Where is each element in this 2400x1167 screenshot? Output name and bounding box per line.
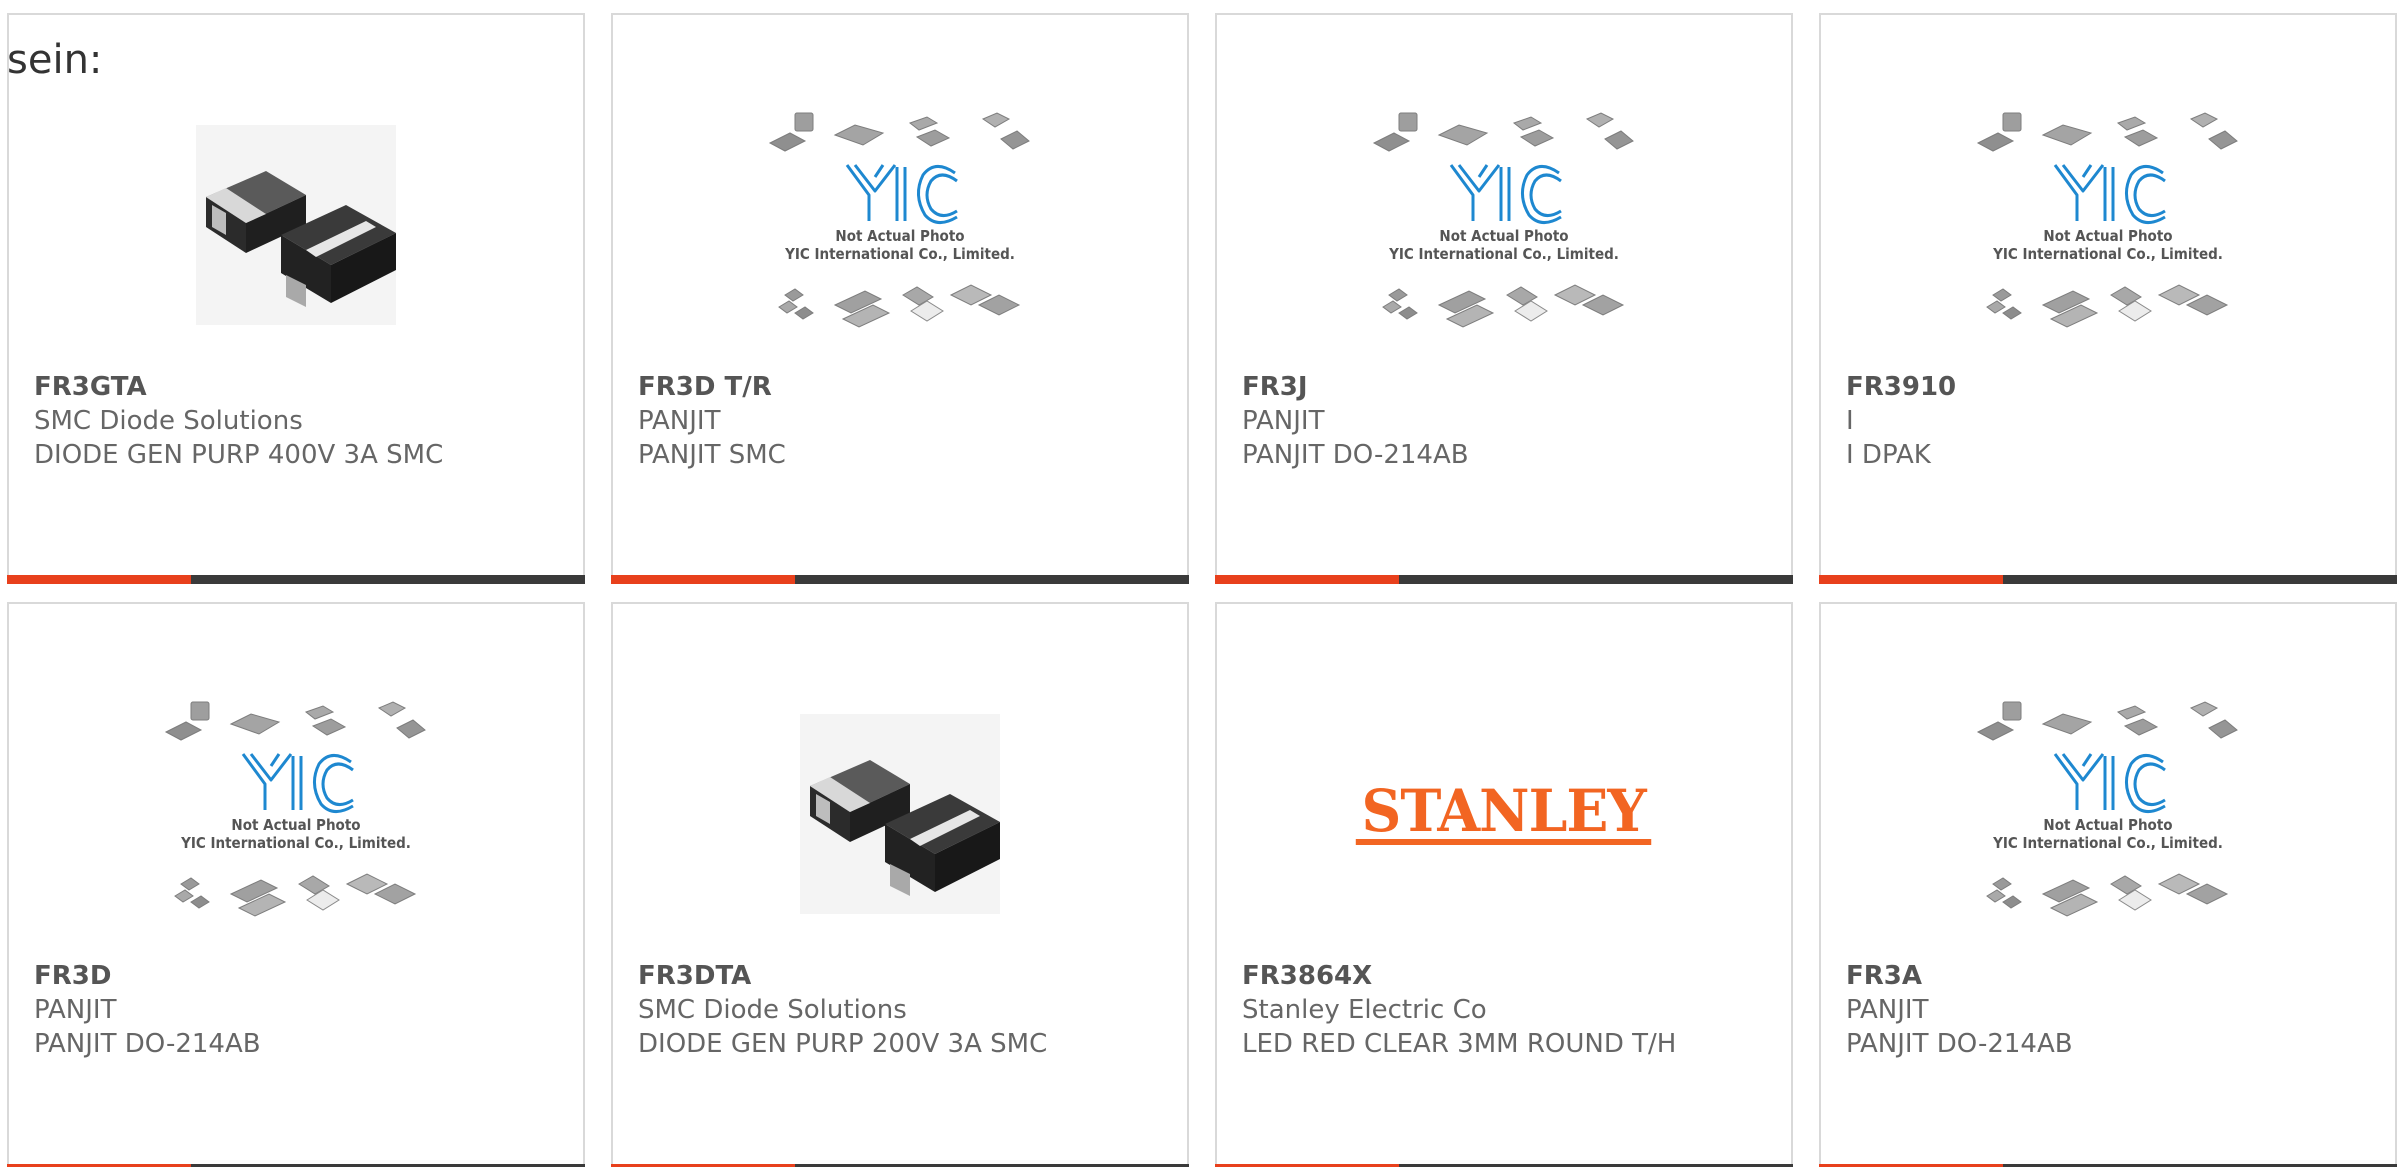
product-grid-page: sein: FR3GTA SMC Diode Solutions DIODE G…: [0, 0, 2400, 1167]
description: PANJIT DO-214AB: [1846, 1029, 2073, 1059]
placeholder-caption-line2: YIC International Co., Limited.: [784, 245, 1015, 263]
description: PANJIT DO-214AB: [1242, 440, 1469, 470]
placeholder-caption-line1: Not Actual Photo: [1439, 227, 1568, 245]
stanley-logo: STANLEY: [1356, 782, 1652, 845]
diode-package-image: [196, 125, 396, 325]
card-bottom-bar: [7, 575, 585, 584]
placeholder-caption-line1: Not Actual Photo: [2043, 227, 2172, 245]
product-image-slot[interactable]: Not Actual Photo YIC International Co., …: [1821, 674, 2395, 954]
placeholder-caption-line2: YIC International Co., Limited.: [180, 834, 411, 852]
part-number[interactable]: FR3D T/R: [638, 370, 1167, 404]
yic-placeholder-image: Not Actual Photo YIC International Co., …: [1372, 112, 1634, 328]
product-image-slot[interactable]: Not Actual Photo YIC International Co., …: [9, 674, 583, 954]
description: DIODE GEN PURP 200V 3A SMC: [638, 1029, 1048, 1059]
card-bottom-bar: [611, 575, 1189, 584]
description: PANJIT SMC: [638, 440, 786, 470]
product-card[interactable]: Not Actual Photo YIC International Co., …: [1215, 13, 1793, 584]
product-image-slot[interactable]: [9, 85, 583, 365]
part-number[interactable]: FR3J: [1242, 370, 1771, 404]
manufacturer: SMC Diode Solutions: [638, 995, 907, 1025]
manufacturer: PANJIT: [34, 995, 117, 1025]
part-number[interactable]: FR3GTA: [34, 370, 563, 404]
card-bottom-bar: [1215, 575, 1793, 584]
description: I DPAK: [1846, 440, 1931, 470]
placeholder-caption-line2: YIC International Co., Limited.: [1388, 245, 1619, 263]
placeholder-caption-line2: YIC International Co., Limited.: [1992, 245, 2223, 263]
part-number[interactable]: FR3DTA: [638, 959, 1167, 993]
card-bottom-bar: [1819, 575, 2397, 584]
product-card[interactable]: Not Actual Photo YIC International Co., …: [1819, 602, 2397, 1167]
placeholder-caption-line1: Not Actual Photo: [835, 227, 964, 245]
diode-package-image: [800, 714, 1000, 914]
part-number[interactable]: FR3910: [1846, 370, 2375, 404]
yic-placeholder-image: Not Actual Photo YIC International Co., …: [768, 112, 1030, 328]
manufacturer: Stanley Electric Co: [1242, 995, 1487, 1025]
part-number[interactable]: FR3A: [1846, 959, 2375, 993]
yic-placeholder-image: Not Actual Photo YIC International Co., …: [1976, 701, 2238, 917]
manufacturer: PANJIT: [1846, 995, 1929, 1025]
yic-placeholder-image: Not Actual Photo YIC International Co., …: [1976, 112, 2238, 328]
product-card[interactable]: Not Actual Photo YIC International Co., …: [1819, 13, 2397, 584]
manufacturer: PANJIT: [638, 406, 721, 436]
product-card[interactable]: Not Actual Photo YIC International Co., …: [611, 13, 1189, 584]
product-card[interactable]: FR3GTA SMC Diode Solutions DIODE GEN PUR…: [7, 13, 585, 584]
product-image-slot[interactable]: STANLEY: [1217, 674, 1791, 954]
placeholder-caption-line2: YIC International Co., Limited.: [1992, 834, 2223, 852]
product-image-slot[interactable]: [613, 674, 1187, 954]
product-card[interactable]: STANLEY FR3864X Stanley Electric Co LED …: [1215, 602, 1793, 1167]
placeholder-caption-line1: Not Actual Photo: [2043, 816, 2172, 834]
yic-placeholder-image: Not Actual Photo YIC International Co., …: [164, 701, 426, 917]
description: DIODE GEN PURP 400V 3A SMC: [34, 440, 444, 470]
manufacturer: PANJIT: [1242, 406, 1325, 436]
intro-text: sein:: [7, 37, 103, 83]
part-number[interactable]: FR3D: [34, 959, 563, 993]
manufacturer: SMC Diode Solutions: [34, 406, 303, 436]
product-image-slot[interactable]: Not Actual Photo YIC International Co., …: [1217, 85, 1791, 365]
product-image-slot[interactable]: Not Actual Photo YIC International Co., …: [1821, 85, 2395, 365]
description: LED RED CLEAR 3MM ROUND T/H: [1242, 1029, 1677, 1059]
placeholder-caption-line1: Not Actual Photo: [231, 816, 360, 834]
manufacturer: I: [1846, 406, 1854, 436]
product-card[interactable]: FR3DTA SMC Diode Solutions DIODE GEN PUR…: [611, 602, 1189, 1167]
part-number[interactable]: FR3864X: [1242, 959, 1771, 993]
product-card[interactable]: Not Actual Photo YIC International Co., …: [7, 602, 585, 1167]
description: PANJIT DO-214AB: [34, 1029, 261, 1059]
product-image-slot[interactable]: Not Actual Photo YIC International Co., …: [613, 85, 1187, 365]
